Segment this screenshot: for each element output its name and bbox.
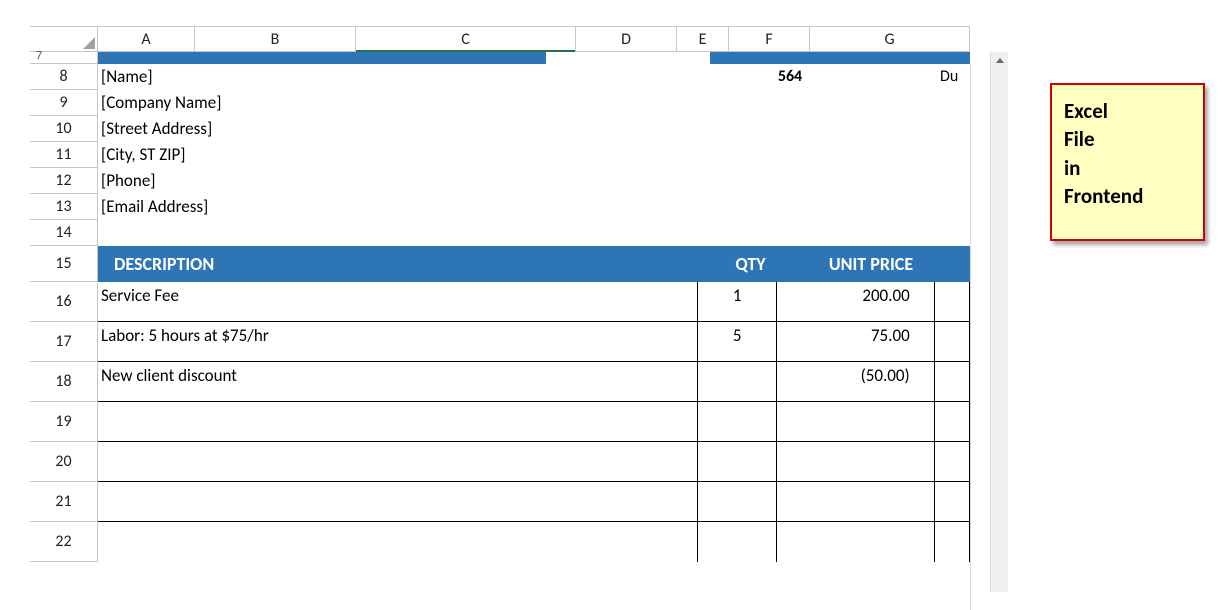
row-14-empty[interactable] <box>98 220 970 246</box>
sticky-line2: File <box>1064 125 1193 153</box>
col-header-F[interactable]: F <box>729 27 810 51</box>
row-headers: 7 8910111213141516171819202122 <box>30 52 98 562</box>
sheet-content: [Name] 564 Du [Company Name] [Street Add… <box>98 64 970 562</box>
row-header-12[interactable]: 12 <box>30 168 98 194</box>
vertical-scrollbar[interactable] <box>990 52 1008 592</box>
row-header-9[interactable]: 9 <box>30 90 98 116</box>
cell-qty[interactable]: 5 <box>698 322 777 361</box>
row-header-16[interactable]: 16 <box>30 282 98 322</box>
cell-unit-price[interactable] <box>777 482 934 521</box>
table-row[interactable]: New client discount (50.00) <box>98 362 970 402</box>
cell-qty[interactable]: 1 <box>698 282 777 321</box>
table-row[interactable] <box>98 482 970 522</box>
th-qty: QTY <box>710 253 791 275</box>
table-row[interactable]: Labor: 5 hours at $75/hr575.00 <box>98 322 970 362</box>
th-unit-price: UNIT PRICE <box>791 253 951 275</box>
row-header-11[interactable]: 11 <box>30 142 98 168</box>
billto-company[interactable]: [Company Name] <box>98 90 970 116</box>
sticky-note: Excel File in Frontend <box>1050 83 1205 241</box>
cell-extra[interactable] <box>935 282 970 321</box>
table-row[interactable] <box>98 402 970 442</box>
cell-qty[interactable] <box>698 442 777 481</box>
cell-qty[interactable] <box>698 522 777 562</box>
table-row[interactable]: Service Fee1200.00 <box>98 282 970 322</box>
row-header-19[interactable]: 19 <box>30 402 98 442</box>
col-header-C[interactable]: C <box>356 27 576 51</box>
cell-description[interactable] <box>98 402 698 441</box>
col-header-G[interactable]: G <box>810 27 970 51</box>
col-header-D[interactable]: D <box>576 27 677 51</box>
cell-description[interactable]: New client discount <box>98 362 698 401</box>
row-header-13[interactable]: 13 <box>30 194 98 220</box>
select-all-corner[interactable] <box>30 27 98 51</box>
cell-qty[interactable] <box>698 362 777 401</box>
billto-city[interactable]: [City, ST ZIP] <box>98 142 970 168</box>
billto-email[interactable]: [Email Address] <box>98 194 970 220</box>
row-header-partial[interactable]: 7 <box>30 52 98 64</box>
row7-blue-right <box>710 52 970 64</box>
cell-unit-price[interactable] <box>777 522 934 562</box>
row-header-22[interactable]: 22 <box>30 522 98 562</box>
cell-unit-price[interactable]: 200.00 <box>777 282 934 321</box>
grid: 7 8910111213141516171819202122 <box>30 52 98 562</box>
column-headers: A B C D E F G <box>30 26 970 52</box>
cell-qty[interactable] <box>698 482 777 521</box>
right-panel-mask <box>970 64 990 610</box>
cell-unit-price[interactable] <box>777 442 934 481</box>
cell-unit-price[interactable]: 75.00 <box>777 322 934 361</box>
cell-description[interactable] <box>98 442 698 481</box>
sticky-line3: in <box>1064 154 1193 182</box>
billto-name: [Name] <box>98 64 153 90</box>
billto-phone[interactable]: [Phone] <box>98 168 970 194</box>
cell-extra[interactable] <box>935 402 970 441</box>
row-header-10[interactable]: 10 <box>30 116 98 142</box>
row-header-8[interactable]: 8 <box>30 64 98 90</box>
cell-unit-price[interactable] <box>777 402 934 441</box>
table-row[interactable] <box>98 442 970 482</box>
cell-extra[interactable] <box>935 322 970 361</box>
cell-unit-price[interactable]: (50.00) <box>777 362 934 401</box>
table-header-row[interactable]: DESCRIPTION QTY UNIT PRICE <box>98 246 970 282</box>
row-header-18[interactable]: 18 <box>30 362 98 402</box>
billto-street[interactable]: [Street Address] <box>98 116 970 142</box>
row7-blue-left <box>98 52 546 64</box>
cell-description[interactable] <box>98 482 698 521</box>
cell-description[interactable]: Labor: 5 hours at $75/hr <box>98 322 698 361</box>
cell-extra[interactable] <box>935 362 970 401</box>
cell-extra[interactable] <box>935 482 970 521</box>
cell-description[interactable] <box>98 522 698 562</box>
row-header-14[interactable]: 14 <box>30 220 98 246</box>
cell-extra[interactable] <box>935 522 970 562</box>
sticky-line1: Excel <box>1064 97 1193 125</box>
row-header-20[interactable]: 20 <box>30 442 98 482</box>
scroll-up-icon[interactable] <box>991 52 1008 70</box>
th-description: DESCRIPTION <box>98 253 710 275</box>
col-header-B[interactable]: B <box>195 27 356 51</box>
cell-qty[interactable] <box>698 402 777 441</box>
cell-extra[interactable] <box>935 442 970 481</box>
cell-description[interactable]: Service Fee <box>98 282 698 321</box>
due-cutoff-text: Du <box>940 64 958 90</box>
row-header-15[interactable]: 15 <box>30 246 98 282</box>
sticky-line4: Frontend <box>1064 182 1193 210</box>
col-header-E[interactable]: E <box>677 27 729 51</box>
col-header-A[interactable]: A <box>98 27 195 51</box>
row-header-21[interactable]: 21 <box>30 482 98 522</box>
table-row[interactable] <box>98 522 970 562</box>
table-body: Service Fee1200.00Labor: 5 hours at $75/… <box>98 282 970 562</box>
excel-embedded-view: A B C D E F G 7 891011121314151617181920… <box>0 0 1226 610</box>
row-8[interactable]: [Name] 564 Du <box>98 64 970 90</box>
invoice-number: 564 <box>710 64 870 90</box>
row-header-17[interactable]: 17 <box>30 322 98 362</box>
